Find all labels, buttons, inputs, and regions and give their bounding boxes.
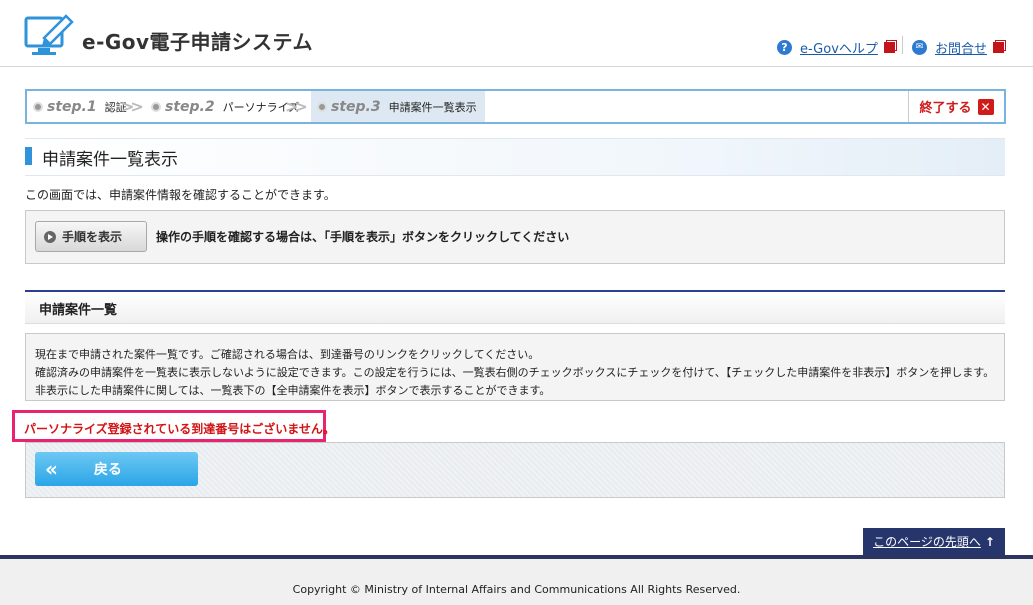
section-heading-bar	[25, 292, 1005, 324]
step-label: 申請案件一覧表示	[388, 100, 477, 114]
exit-label: 終了する	[919, 101, 972, 116]
section-title: 申請案件一覧	[39, 303, 118, 318]
double-chevron-left-icon: «	[45, 457, 58, 481]
question-icon: ?	[777, 40, 792, 55]
info-line: 現在まで申請された案件一覧です。ご確認される場合は、到達番号のリンクをクリックし…	[35, 348, 540, 361]
contact-link-label[interactable]: お問合せ	[935, 38, 987, 57]
header-divider	[902, 36, 903, 54]
show-procedure-label: 手順を表示	[62, 230, 123, 244]
mail-icon: ✉	[912, 40, 927, 55]
help-link[interactable]: ? e-Govヘルプ	[777, 38, 895, 57]
step-1: step.1 認証	[33, 91, 127, 122]
arrow-up-icon: ↑	[984, 534, 995, 549]
help-link-label[interactable]: e-Govヘルプ	[800, 38, 878, 57]
site-logo-text[interactable]: e-Gov電子申請システム	[82, 26, 313, 55]
page-top-label: このページの先頭へ	[873, 535, 981, 549]
show-procedure-button[interactable]: 手順を表示	[35, 221, 147, 252]
exit-button[interactable]: 終了する ✕	[908, 91, 1004, 122]
footer	[0, 559, 1033, 605]
play-icon	[44, 230, 56, 243]
error-message: パーソナライズ登録されている到達番号はございません。	[24, 422, 335, 436]
step-dot-icon	[33, 101, 43, 112]
intro-text: この画面では、申請案件情報を確認することができます。	[25, 188, 336, 202]
title-accent-bar	[25, 147, 32, 165]
logo-pen-monitor-icon	[24, 14, 74, 55]
double-chevron-right-icon: >>	[285, 97, 308, 116]
info-line: 確認済みの申請案件を一覧表に表示しないように設定できます。この設定を行うには、一…	[35, 366, 995, 379]
step-number: step.1	[47, 98, 97, 115]
external-window-icon	[883, 42, 895, 53]
close-icon: ✕	[977, 98, 994, 115]
step-progress-bar: step.1 認証 >> step.2 パーソナライズ >> step.3 申請…	[25, 89, 1006, 124]
procedure-instruction: 操作の手順を確認する場合は、「手順を表示」ボタンをクリックしてください	[156, 230, 570, 244]
step-dot-icon	[151, 101, 161, 112]
page-title: 申請案件一覧表示	[42, 150, 178, 170]
contact-link[interactable]: ✉ お問合せ	[912, 38, 1005, 57]
double-chevron-right-icon: >>	[121, 97, 144, 116]
step-number: step.2	[165, 98, 215, 115]
page-top-link[interactable]: このページの先頭へ ↑	[863, 528, 1005, 555]
step-number: step.3	[331, 98, 381, 115]
back-button[interactable]: « 戻る	[35, 452, 198, 486]
info-line: 非表示にした申請案件に関しては、一覧表下の【全申請案件を表示】ボタンで表示するこ…	[35, 384, 551, 397]
step-dot-icon	[317, 101, 327, 112]
step-2: step.2 パーソナライズ	[151, 91, 299, 122]
step-3-current: step.3 申請案件一覧表示	[311, 91, 485, 122]
back-label: 戻る	[93, 462, 122, 478]
copyright-text: Copyright © Ministry of Internal Affairs…	[292, 583, 741, 596]
external-window-icon	[993, 42, 1005, 53]
